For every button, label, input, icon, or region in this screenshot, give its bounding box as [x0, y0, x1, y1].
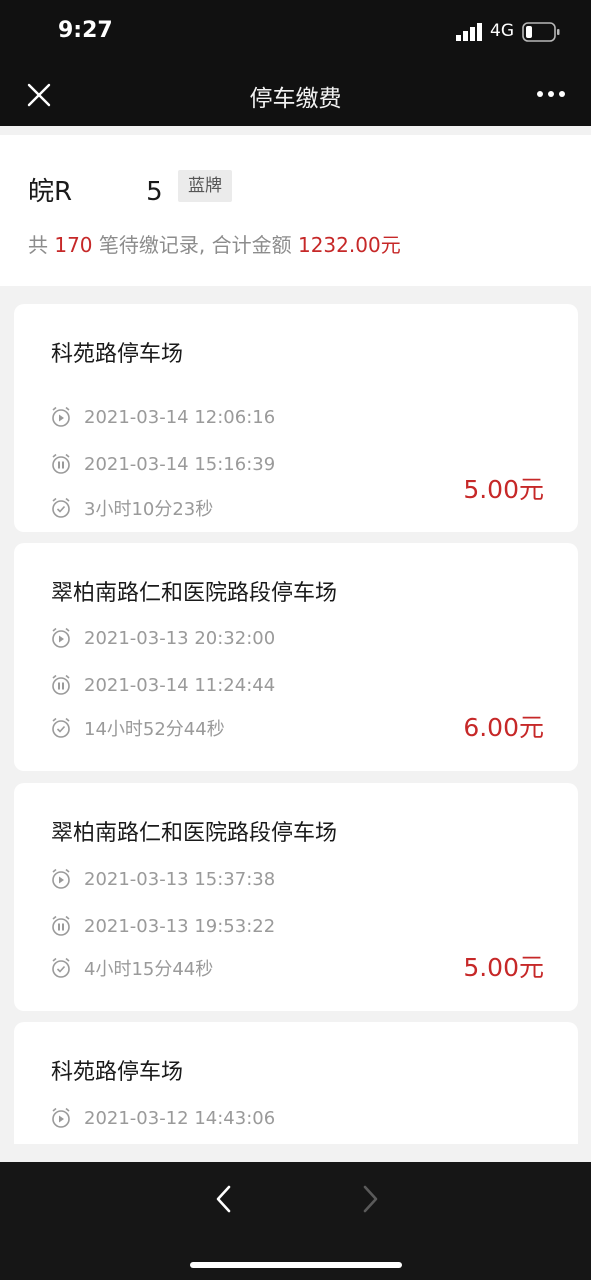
page-title: 停车缴费 — [249, 86, 342, 112]
parking-duration: 4小时15分44秒 — [84, 959, 214, 980]
parking-lot-name: 科苑路停车场 — [51, 1060, 184, 1085]
end-clock-icon — [52, 674, 70, 695]
entry-time-row: 2021-03-13 15:37:38 — [50, 866, 275, 892]
fee-amount: 5.00元 — [463, 953, 544, 982]
record-card[interactable]: 科苑路停车场 2021-03-14 12:06:16 2021-03-14 15… — [14, 304, 578, 532]
more-icon[interactable] — [536, 89, 566, 99]
fee-amount: 6.00元 — [463, 713, 544, 742]
start-clock-icon — [52, 627, 70, 648]
parking-lot-name: 科苑路停车场 — [51, 342, 184, 367]
pending-summary: 共 170 笔待缴记录, 合计金额 1232.00元 — [28, 229, 401, 258]
entry-time: 2021-03-13 15:37:38 — [84, 868, 276, 890]
exit-time: 2021-03-14 11:24:44 — [84, 674, 276, 696]
duration-row: 14小时52分44秒 — [50, 715, 225, 741]
start-clock-icon — [52, 868, 70, 889]
duration-row: 3小时10分23秒 — [50, 495, 213, 521]
plate-number: 皖R 5 — [28, 171, 163, 208]
signal-icon — [456, 23, 482, 41]
duration-clock-icon — [52, 497, 70, 518]
end-clock-icon — [52, 915, 70, 936]
entry-time: 2021-03-13 20:32:00 — [84, 627, 276, 649]
network-label: 4G — [490, 21, 514, 41]
exit-time-row: 2021-03-14 11:24:44 — [50, 672, 275, 698]
entry-time: 2021-03-14 12:06:16 — [84, 406, 276, 428]
parking-lot-name: 翠柏南路仁和医院路段停车场 — [51, 821, 338, 846]
exit-time: 2021-03-13 19:53:22 — [84, 915, 276, 937]
browser-toolbar — [0, 1162, 591, 1280]
start-clock-icon — [52, 1107, 70, 1128]
record-card[interactable]: 科苑路停车场 2021-03-12 14:43:06 — [14, 1022, 578, 1144]
plate-suffix: 5 — [146, 177, 163, 207]
parking-duration: 14小时52分44秒 — [84, 719, 225, 740]
pending-count: 170 — [54, 233, 93, 257]
duration-clock-icon — [52, 957, 70, 978]
status-bar: 9:27 4G — [0, 0, 591, 62]
record-card[interactable]: 翠柏南路仁和医院路段停车场 2021-03-13 15:37:38 2021-0… — [14, 783, 578, 1011]
entry-time-row: 2021-03-14 12:06:16 — [50, 404, 275, 430]
entry-time-row: 2021-03-12 14:43:06 — [50, 1105, 275, 1131]
end-clock-icon — [52, 453, 70, 474]
summary-middle: 笔待缴记录, 合计金额 — [98, 233, 292, 257]
entry-time-row: 2021-03-13 20:32:00 — [50, 625, 275, 651]
pending-total: 1232.00元 — [297, 233, 401, 257]
start-clock-icon — [52, 406, 70, 427]
duration-row: 4小时15分44秒 — [50, 955, 213, 981]
exit-time-row: 2021-03-13 19:53:22 — [50, 913, 275, 939]
forward-arrow-icon — [363, 1185, 378, 1213]
exit-time: 2021-03-14 15:16:39 — [84, 453, 276, 475]
duration-clock-icon — [52, 717, 70, 738]
back-arrow-icon[interactable] — [210, 1184, 238, 1214]
plate-summary: 皖R 5 蓝牌 共 170 笔待缴记录, 合计金额 1232.00元 — [0, 135, 591, 286]
home-indicator[interactable] — [190, 1262, 402, 1268]
fee-amount: 5.00元 — [463, 475, 544, 504]
parking-lot-name: 翠柏南路仁和医院路段停车场 — [51, 581, 338, 606]
record-list: 科苑路停车场 2021-03-14 12:06:16 2021-03-14 15… — [0, 286, 591, 1144]
nav-bar: 停车缴费 — [0, 62, 591, 126]
exit-time-row: 2021-03-14 15:16:39 — [50, 451, 275, 477]
plate-prefix: 皖R — [28, 177, 73, 207]
plate-type-badge: 蓝牌 — [178, 170, 232, 202]
summary-prefix: 共 — [28, 233, 48, 257]
entry-time: 2021-03-12 14:43:06 — [84, 1107, 276, 1129]
battery-icon — [522, 22, 560, 42]
record-card[interactable]: 翠柏南路仁和医院路段停车场 2021-03-13 20:32:00 2021-0… — [14, 543, 578, 771]
status-time: 9:27 — [58, 18, 113, 43]
parking-duration: 3小时10分23秒 — [84, 499, 214, 520]
